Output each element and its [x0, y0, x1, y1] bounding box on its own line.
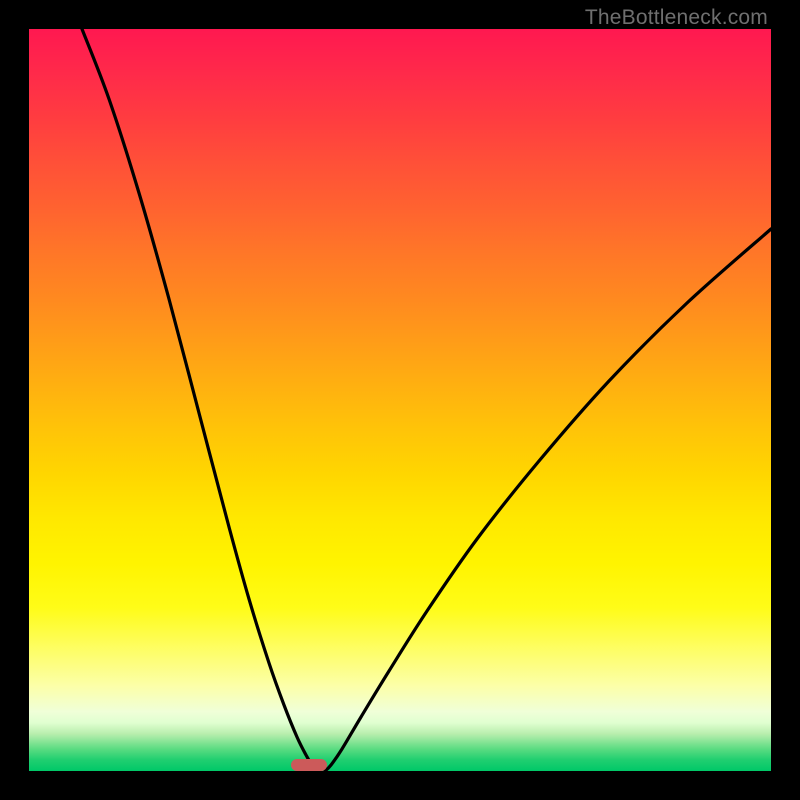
optimum-marker: [291, 759, 327, 771]
curve-left-branch: [82, 29, 317, 771]
watermark-text: TheBottleneck.com: [585, 6, 768, 30]
bottleneck-curve: [29, 29, 771, 771]
curve-right-branch: [325, 229, 771, 771]
